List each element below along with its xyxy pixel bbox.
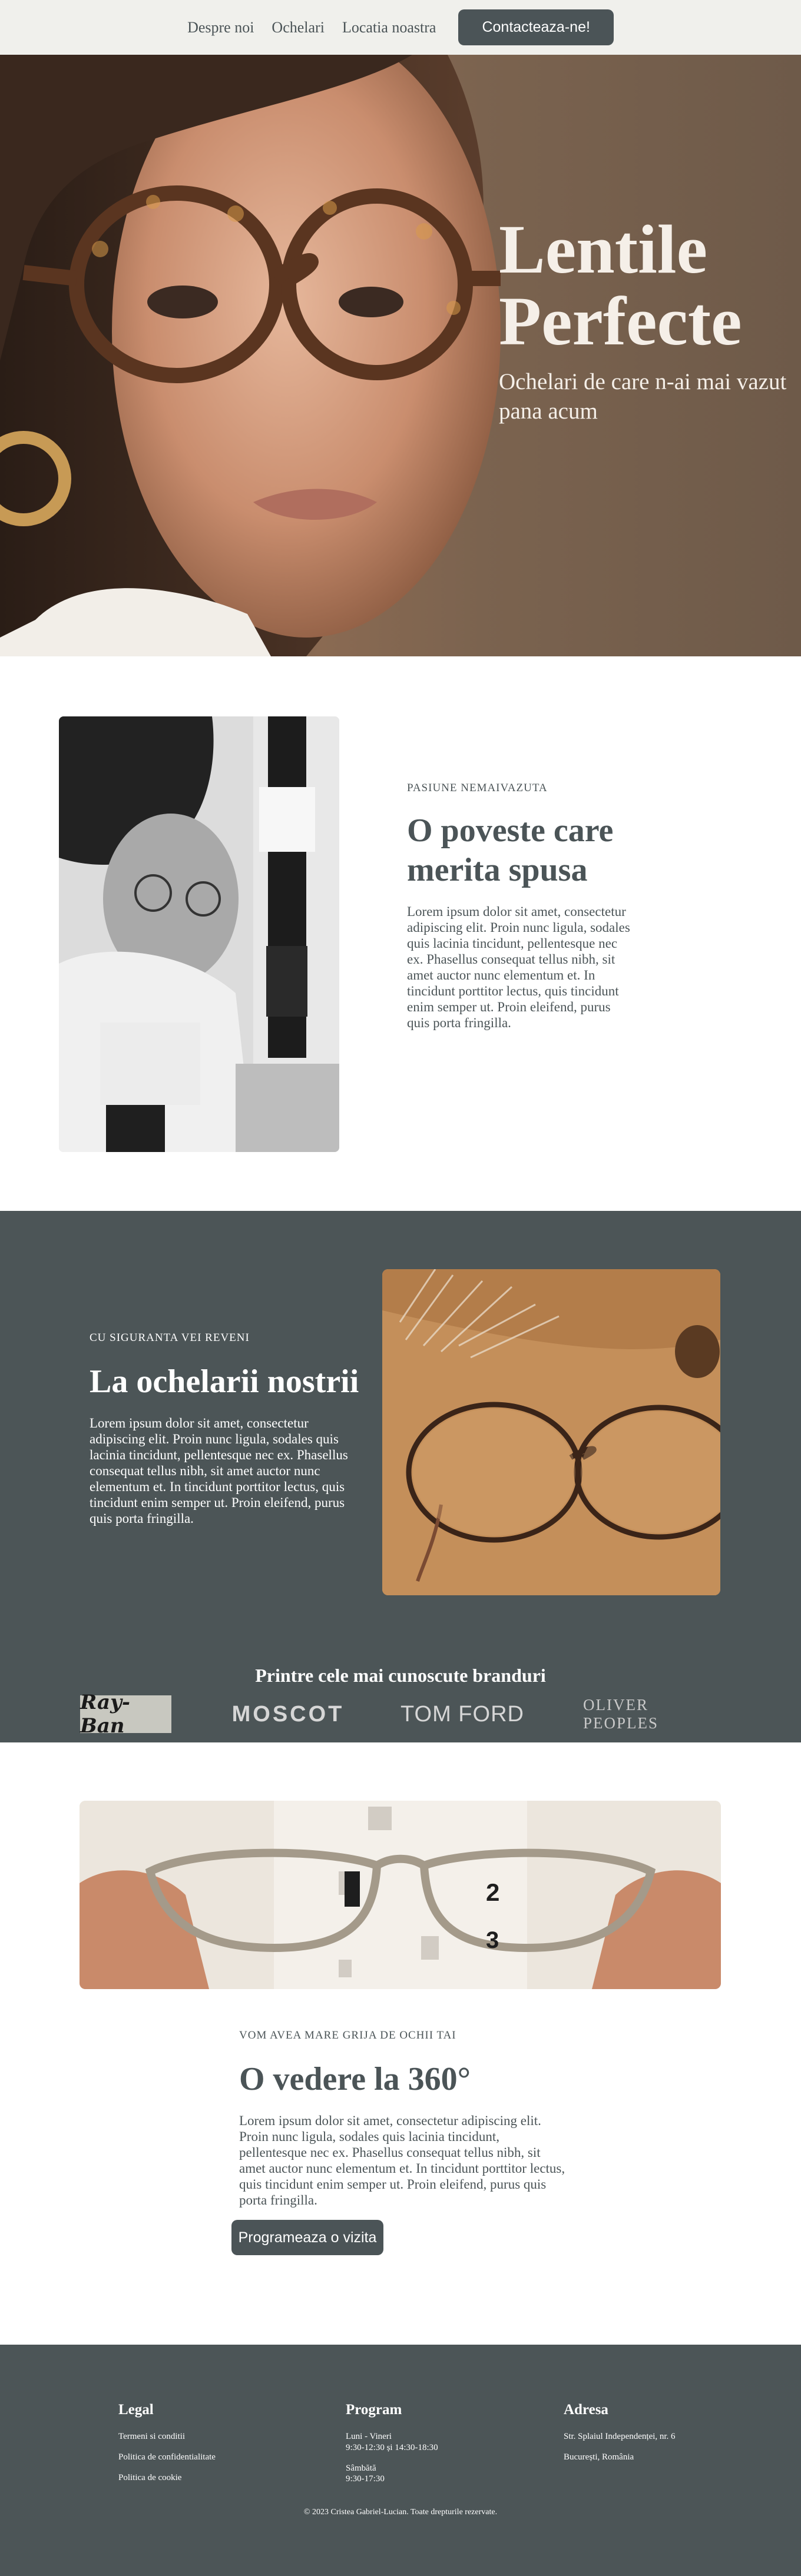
- hero-subtitle: Ochelari de care n-ai mai vazut pana acu…: [499, 369, 787, 424]
- vision-body: Lorem ipsum dolor sit amet, consectetur …: [239, 2113, 565, 2207]
- footer-weekdays-label: Luni - Vineri: [346, 2432, 392, 2441]
- hero-title-line1: Lentile: [499, 211, 707, 288]
- vision-photo-illustration: 2 3: [80, 1801, 721, 1989]
- brand-logo-moscot: MOSCOT: [231, 1701, 345, 1727]
- footer-weekdays-hours: 9:30-12:30 și 14:30-18:30: [346, 2442, 438, 2452]
- footer-saturday-label: Sâmbătă: [346, 2463, 376, 2473]
- vision-title: O vedere la 360°: [239, 2061, 471, 2097]
- hero-text: Lentile Perfecte Ochelari de care n-ai m…: [499, 214, 801, 426]
- glasses-photo-illustration: [382, 1269, 720, 1595]
- brand-logo-rayban: Ray-Ban: [80, 1691, 171, 1738]
- hero-section: Lentile Perfecte Ochelari de care n-ai m…: [0, 55, 801, 656]
- hero-title: Lentile Perfecte: [499, 214, 801, 357]
- top-navbar: Despre noi Ochelari Locatia noastra Cont…: [0, 0, 801, 55]
- footer-program: Program Luni - Vineri 9:30-12:30 și 14:3…: [346, 2402, 438, 2494]
- footer-program-title: Program: [346, 2402, 402, 2418]
- nav-link-despre-noi[interactable]: Despre noi: [187, 19, 254, 36]
- glasses-body: Lorem ipsum dolor sit amet, consectetur …: [90, 1416, 348, 1526]
- footer-program-weekdays: Luni - Vineri 9:30-12:30 și 14:30-18:30: [346, 2431, 438, 2454]
- footer-saturday-hours: 9:30-17:30: [346, 2474, 385, 2484]
- footer-link-terms[interactable]: Termeni si conditii: [118, 2431, 216, 2442]
- story-title: O poveste care merita spusa: [407, 812, 614, 889]
- footer-address-title: Adresa: [564, 2402, 608, 2418]
- footer-program-saturday: Sâmbătă 9:30-17:30: [346, 2463, 438, 2485]
- footer-copyright: © 2023 Cristea Gabriel-Lucian. Toate dre…: [303, 2508, 498, 2517]
- footer-link-privacy[interactable]: Politica de confidentialitate: [118, 2452, 216, 2463]
- story-photo-illustration: [59, 716, 339, 1152]
- footer-link-cookie[interactable]: Politica de cookie: [118, 2472, 216, 2484]
- vision-text: VOM AVEA MARE GRIJA DE OCHII TAI O veder…: [239, 2029, 566, 2209]
- glasses-text: CU SIGURANTA VEI REVENI La ochelarii nos…: [90, 1332, 360, 1527]
- footer: Legal Termeni si conditii Politica de co…: [0, 2345, 801, 2576]
- footer-legal-title: Legal: [118, 2402, 154, 2418]
- glasses-photo: [382, 1269, 720, 1595]
- story-text: PASIUNE NEMAIVAZUTA O poveste care merit…: [407, 782, 631, 1031]
- footer-address-street: Str. Splaiul Independenței, nr. 6: [564, 2432, 676, 2441]
- contact-button[interactable]: Contacteaza-ne!: [458, 9, 614, 45]
- hero-title-line2: Perfecte: [499, 282, 742, 360]
- glasses-title: La ochelarii nostrii: [90, 1363, 359, 1400]
- story-body: Lorem ipsum dolor sit amet, consectetur …: [407, 904, 630, 1030]
- brands-title: Printre cele mai cunoscute branduri: [255, 1665, 546, 1686]
- brand-logo-oliver-peoples: OLIVER PEOPLES: [583, 1696, 659, 1732]
- brand-logo-tomford: TOM FORD: [400, 1701, 524, 1727]
- story-photo-microscope: [59, 716, 339, 1152]
- glasses-kicker: CU SIGURANTA VEI REVENI: [90, 1332, 250, 1344]
- nav-link-locatia[interactable]: Locatia noastra: [342, 19, 436, 36]
- story-kicker: PASIUNE NEMAIVAZUTA: [407, 782, 548, 794]
- footer-address-city: București, România: [564, 2452, 634, 2462]
- schedule-visit-button[interactable]: Programeaza o vizita: [231, 2220, 383, 2255]
- svg-text:3: 3: [486, 1927, 499, 1953]
- footer-address: Adresa Str. Splaiul Independenței, nr. 6…: [564, 2402, 676, 2472]
- nav-link-ochelari[interactable]: Ochelari: [272, 19, 325, 36]
- footer-legal: Legal Termeni si conditii Politica de co…: [118, 2402, 216, 2492]
- vision-photo-eye-chart: 2 3: [80, 1801, 721, 1989]
- svg-text:2: 2: [486, 1878, 499, 1906]
- vision-kicker: VOM AVEA MARE GRIJA DE OCHII TAI: [239, 2029, 456, 2041]
